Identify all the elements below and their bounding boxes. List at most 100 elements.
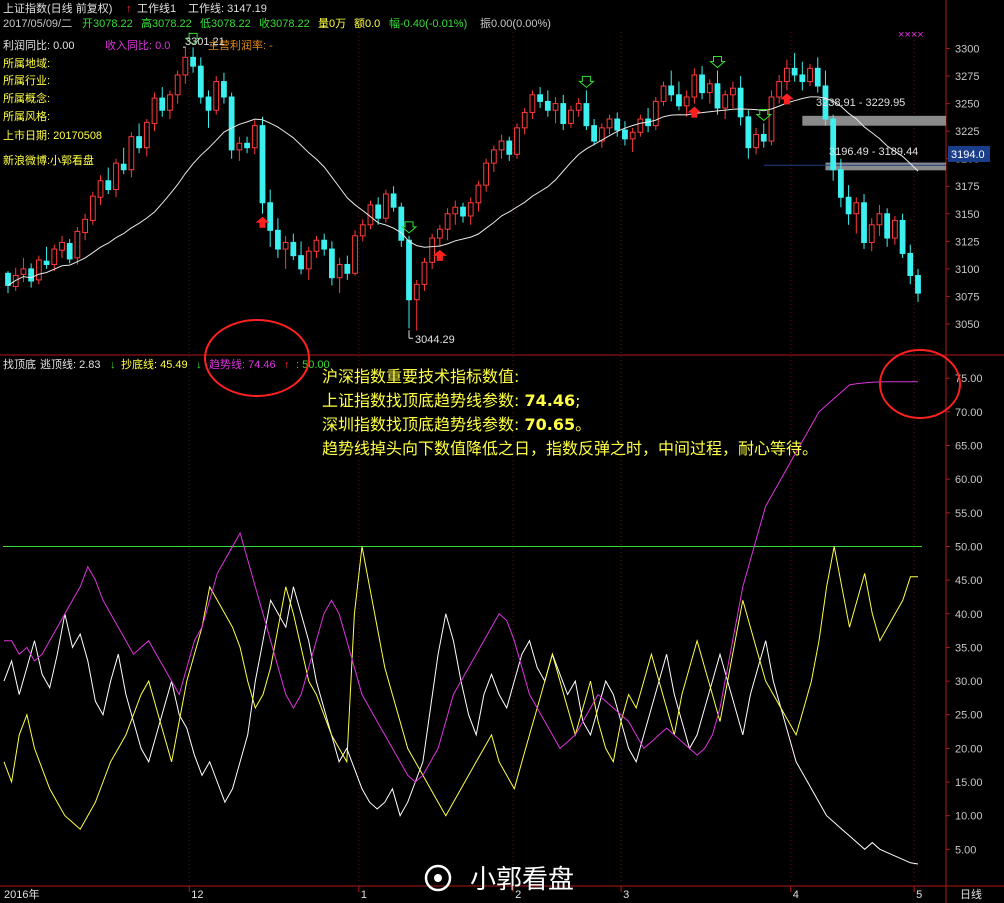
candle-up [359, 224, 366, 237]
bottom-line [3, 546, 918, 830]
workline-label: 工作线1 [137, 1, 176, 15]
indicator-tick-label: 65.00 [955, 441, 983, 453]
candle-up [784, 67, 790, 83]
indicator-tick-label: 10.00 [955, 811, 983, 823]
candle-up [490, 149, 497, 164]
candle-down [460, 206, 466, 217]
amount-value: 额0.0 [354, 17, 380, 30]
candle-up [352, 235, 358, 274]
candle-down [190, 56, 196, 67]
x-axis-label: 2016年 [4, 887, 39, 901]
current-price-label: 3194.0 [951, 149, 985, 161]
x-axis-label: 4 [793, 889, 799, 901]
indicator-tick-label: 5.00 [955, 844, 976, 856]
candle-up [143, 121, 150, 149]
candle-up [382, 193, 389, 219]
candle-up [74, 230, 81, 259]
candle-down [884, 213, 891, 239]
candle-down [136, 136, 142, 149]
high-value: 高3078.22 [141, 16, 192, 30]
candle-up [691, 74, 698, 98]
candle-up [113, 162, 119, 191]
period-label[interactable]: 日线 [960, 887, 982, 901]
cross-marks: ×××× [898, 29, 924, 41]
candle-down [668, 85, 675, 96]
price-tick-label: 3275 [955, 71, 979, 83]
candle-down [197, 65, 204, 98]
candle-up [313, 239, 320, 252]
candle-up [521, 111, 528, 129]
candle-up [637, 118, 644, 133]
candle-up [89, 195, 96, 221]
candle-up [467, 202, 474, 217]
candle-down [799, 74, 806, 83]
candle-up [20, 268, 27, 275]
candle-down [791, 67, 798, 76]
x-axis-label: 5 [916, 889, 922, 901]
candle-up [167, 94, 173, 111]
indicator-tick-label: 35.00 [955, 642, 983, 654]
candle-up [807, 67, 813, 83]
chart-title: 上证指数(日线 前复权) [3, 1, 112, 15]
candle-up [151, 97, 158, 124]
candle-up [413, 283, 420, 301]
candle-up [436, 228, 443, 239]
escape-label: 逃顶线: 2.83 [40, 357, 101, 371]
candle-down [290, 241, 297, 257]
candle-down [244, 142, 250, 149]
candle-down [105, 180, 112, 191]
weibo-label: 新浪微博:小郭看盘 [3, 153, 94, 167]
candle-down [544, 100, 551, 111]
x-axis-label: 2 [515, 889, 521, 901]
candle-up [97, 180, 104, 198]
candle-up [336, 263, 343, 279]
candle-up [776, 81, 783, 98]
zone2-label: 3196.49 - 3189.44 [829, 146, 918, 158]
candle-up [876, 213, 883, 226]
date-label: 2017/05/09/二 [3, 18, 72, 30]
candle-down [560, 103, 567, 124]
candle-down [907, 252, 914, 276]
price-tick-label: 3125 [955, 236, 979, 248]
candle-up [683, 96, 690, 107]
down-arrow-icon: ↓ [196, 359, 202, 371]
candle-down [814, 67, 821, 87]
candle-down [714, 83, 721, 109]
resistance-zone [825, 162, 946, 171]
x-axis-label: 3 [623, 889, 629, 901]
price-tick-label: 3050 [955, 319, 979, 331]
x-axis-label: 1 [361, 889, 367, 901]
candle-up [652, 100, 659, 127]
candle-up [868, 224, 875, 243]
annotation-line4: 趋势线掉头向下数值降低之日，指数反弹之时，中间过程，耐心等待。 [322, 439, 818, 458]
candle-down [861, 202, 867, 243]
volume-value: 量0万 [318, 17, 346, 30]
price-tick-label: 3225 [955, 126, 979, 138]
indicator-tick-label: 15.00 [955, 777, 983, 789]
bottom-label: 抄底线: 45.49 [121, 357, 188, 371]
price-tick-label: 3150 [955, 209, 979, 221]
candle-up [82, 218, 89, 234]
candle-up [730, 87, 736, 96]
indicator-tick-label: 45.00 [955, 575, 983, 587]
candle-up [251, 125, 258, 149]
candle-up [853, 202, 860, 215]
candle-down [622, 129, 628, 140]
candle-down [275, 229, 281, 250]
candle-down [66, 243, 73, 260]
annotation-line1: 沪深指数重要技术指标数值: [322, 367, 519, 386]
candle-down [837, 169, 844, 198]
listing-date: 上市日期: 20170508 [3, 128, 102, 142]
candle-down [915, 274, 921, 294]
candle-down [344, 263, 351, 274]
candle-down [375, 204, 382, 219]
price-tick-label: 3075 [955, 291, 979, 303]
indicator-tick-label: 55.00 [955, 508, 983, 520]
x-axis-label: 12 [191, 889, 203, 901]
up-arrow-icon: ↑ [126, 3, 132, 15]
candle-up [552, 103, 559, 111]
high-marker-label: 3301.21 [185, 36, 225, 48]
candle-down [5, 272, 11, 286]
candle-down [221, 81, 227, 98]
sell-arrow-icon [709, 56, 726, 69]
